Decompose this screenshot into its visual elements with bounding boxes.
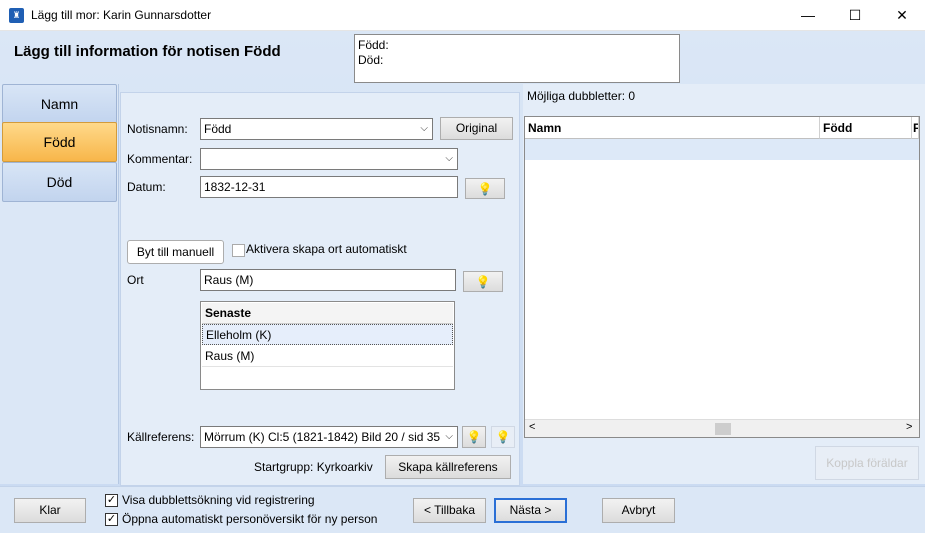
oppna-personoversikt-label: Öppna automatiskt personöversikt för ny …: [122, 512, 378, 526]
kallreferens-value: Mörrum (K) Cl:5 (1821-1842) Bild 20 / si…: [204, 430, 448, 444]
kommentar-label: Kommentar:: [127, 152, 193, 166]
page-title: Lägg till information för notisen Född: [14, 43, 281, 60]
tab-fodd[interactable]: Född: [2, 122, 117, 162]
senaste-header: Senaste: [202, 303, 453, 324]
kallreferens-hint-button[interactable]: 💡: [462, 426, 486, 448]
skapa-kallreferens-button[interactable]: Skapa källreferens: [385, 455, 511, 479]
minimize-button[interactable]: —: [785, 0, 831, 31]
ort-hint-button[interactable]: 💡: [463, 271, 503, 292]
notisnamn-label: Notisnamn:: [127, 122, 188, 136]
tab-dod[interactable]: Död: [2, 162, 117, 202]
aktivera-label: Aktivera skapa ort automatiskt: [246, 242, 407, 256]
kallreferens-combo[interactable]: Mörrum (K) Cl:5 (1821-1842) Bild 20 / si…: [200, 426, 458, 448]
chevron-down-icon: ⌵: [443, 427, 453, 447]
datum-label: Datum:: [127, 180, 166, 194]
list-item[interactable]: Raus (M): [202, 346, 453, 367]
lightbulb-icon: 💡: [477, 182, 493, 196]
close-button[interactable]: ✕: [879, 0, 925, 31]
scroll-right-icon[interactable]: >: [906, 421, 912, 433]
kommentar-combo[interactable]: ⌵: [200, 148, 458, 170]
list-item[interactable]: Elleholm (K): [202, 324, 453, 345]
column-header-namn[interactable]: Namn: [525, 117, 820, 139]
visa-dubblett-checkbox[interactable]: ✓: [105, 494, 118, 507]
window-title: Lägg till mor: Karin Gunnarsdotter: [31, 8, 212, 22]
summary-line-died: Död:: [358, 53, 384, 67]
horizontal-scrollbar[interactable]: < >: [525, 419, 919, 437]
koppla-foraldrar-button[interactable]: Koppla föräldar: [815, 446, 919, 480]
notisnamn-combo[interactable]: Född ⌵: [200, 118, 433, 140]
kallreferens-alt-button[interactable]: 💡: [491, 426, 515, 448]
datum-hint-button[interactable]: 💡: [465, 178, 505, 199]
app-icon: ♜: [9, 8, 24, 23]
nasta-button[interactable]: Nästa >: [494, 498, 567, 523]
notisnamn-value: Född: [204, 122, 232, 136]
kallreferens-label: Källreferens:: [127, 430, 195, 444]
tab-namn[interactable]: Namn: [2, 84, 117, 124]
table-row[interactable]: [525, 139, 919, 160]
byt-till-manuell-button[interactable]: Byt till manuell: [127, 240, 224, 264]
original-button[interactable]: Original: [440, 117, 513, 140]
chevron-down-icon: ⌵: [445, 153, 453, 164]
senaste-list: Senaste Elleholm (K) Raus (M): [200, 301, 455, 390]
ort-input[interactable]: Raus (M): [200, 269, 456, 291]
column-header-f[interactable]: F: [912, 117, 919, 139]
avbryt-button[interactable]: Avbryt: [602, 498, 675, 523]
duplicates-title: Möjliga dubbletter: 0: [527, 89, 636, 103]
visa-dubblett-label: Visa dubblettsökning vid registrering: [122, 493, 315, 507]
startgrupp-text: Startgrupp: Kyrkoarkiv: [254, 460, 373, 474]
aktivera-checkbox[interactable]: [232, 244, 245, 257]
klar-button[interactable]: Klar: [14, 498, 86, 523]
lightbulb-icon: 💡: [466, 430, 482, 444]
column-header-fodd[interactable]: Född: [820, 117, 912, 139]
oppna-personoversikt-checkbox[interactable]: ✓: [105, 513, 118, 526]
summary-box: Född: Död:: [354, 34, 680, 83]
lightbulb-icon: 💡: [495, 430, 511, 444]
datum-input[interactable]: 1832-12-31: [200, 176, 458, 198]
tillbaka-button[interactable]: < Tillbaka: [413, 498, 486, 523]
chevron-down-icon: ⌵: [420, 123, 428, 134]
summary-line-born: Född:: [358, 38, 389, 52]
ort-label: Ort: [127, 273, 144, 287]
lightbulb-icon: 💡: [475, 275, 491, 289]
duplicates-grid[interactable]: Namn Född F < >: [524, 116, 920, 438]
maximize-button[interactable]: ☐: [832, 0, 878, 31]
title-bar: ♜ Lägg till mor: Karin Gunnarsdotter — ☐…: [0, 0, 925, 31]
scroll-left-icon[interactable]: <: [529, 421, 535, 433]
scrollbar-thumb[interactable]: [715, 423, 731, 435]
